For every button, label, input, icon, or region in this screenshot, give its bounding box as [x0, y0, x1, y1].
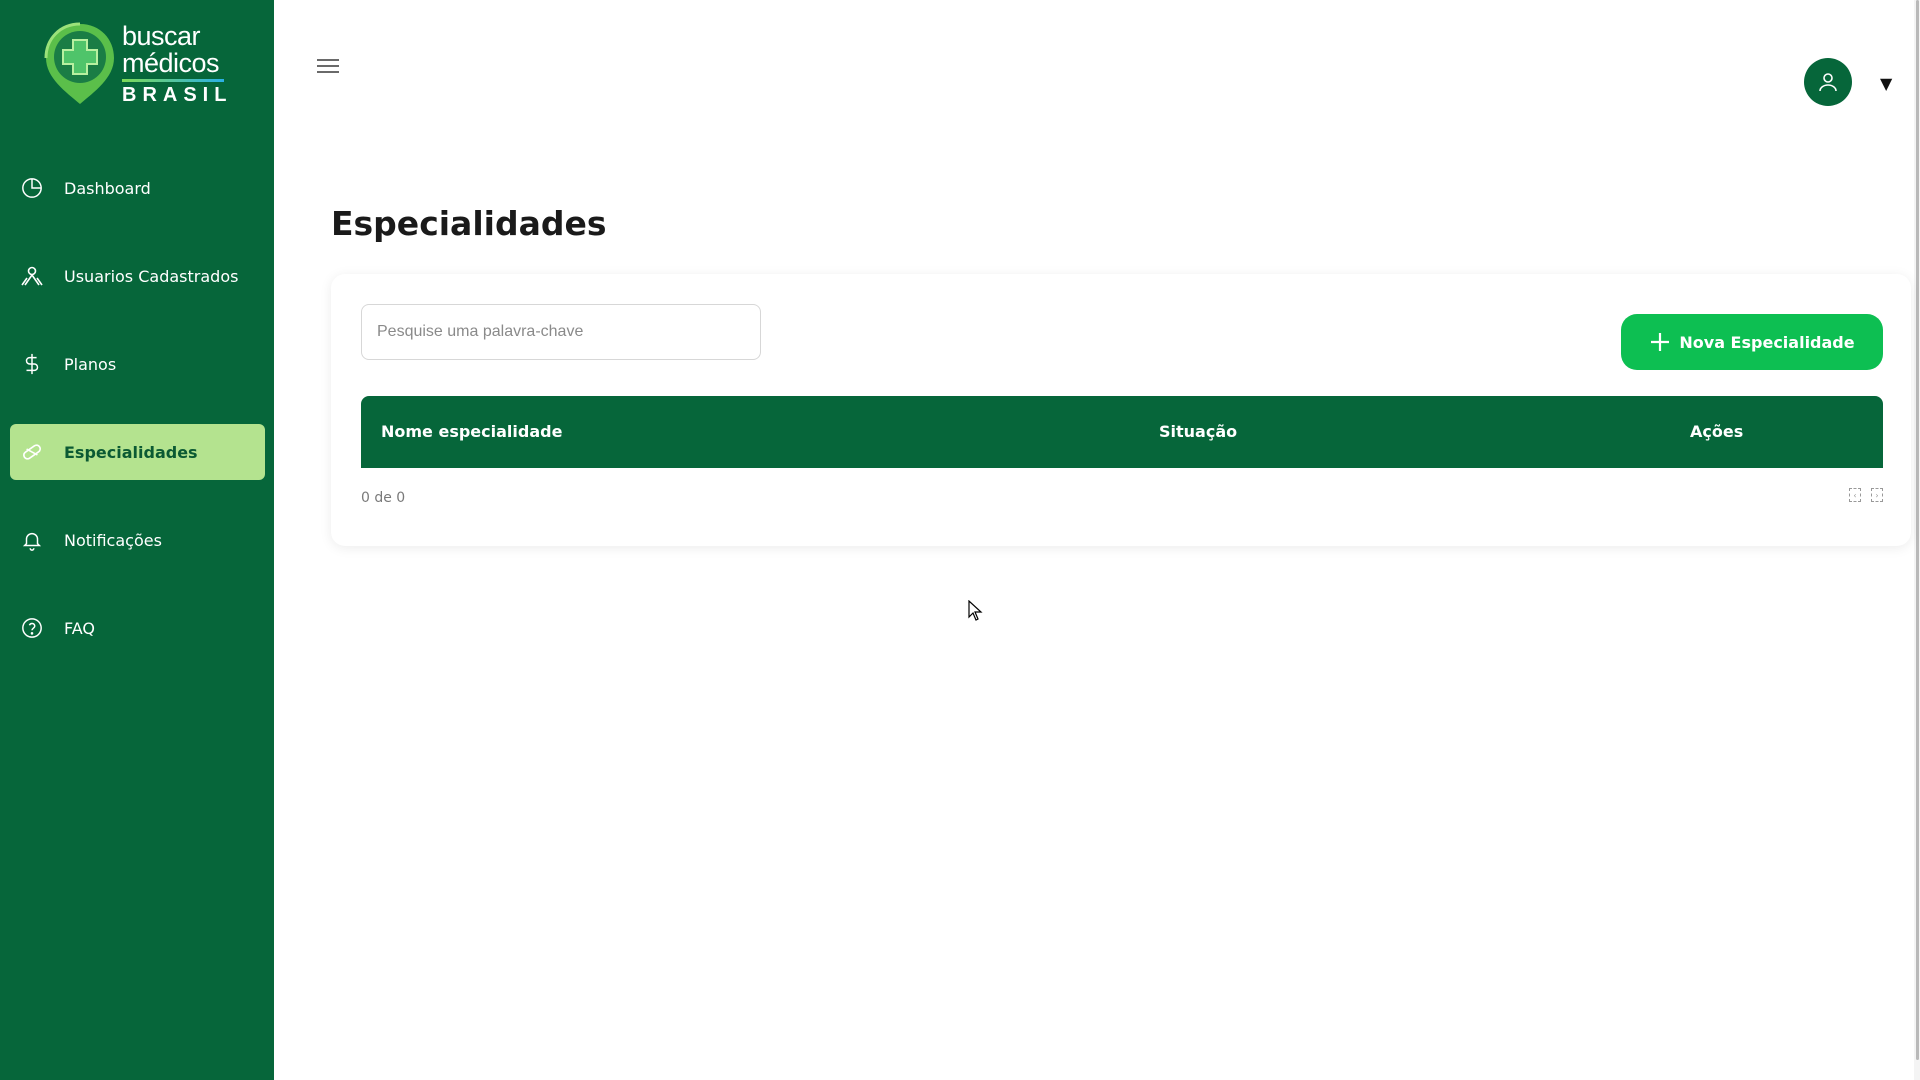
mouse-cursor-icon	[968, 600, 983, 621]
user-avatar[interactable]	[1804, 58, 1852, 106]
hamburger-icon[interactable]	[314, 52, 342, 80]
user-icon	[1819, 73, 1837, 92]
plus-icon	[1651, 333, 1670, 351]
new-specialty-button[interactable]: Nova Especialidade	[1621, 314, 1883, 370]
sidebar-item-label: FAQ	[64, 618, 95, 638]
dollar-icon	[20, 352, 44, 376]
brand-underline	[122, 79, 224, 82]
table-header: Nome especialidade Situação Ações	[361, 396, 1883, 468]
specialties-card: Nova Especialidade Nome especialidade Si…	[331, 274, 1911, 546]
next-page-button[interactable]: ›	[1871, 488, 1883, 502]
search-input[interactable]	[361, 304, 761, 360]
brand-name: buscar médicos BRASIL	[122, 23, 232, 105]
sidebar-item-label: Planos	[64, 354, 117, 374]
column-header-name[interactable]: Nome especialidade	[381, 422, 562, 441]
sidebar-item-especialidades[interactable]: Especialidades	[10, 424, 265, 480]
sidebar-nav: Dashboard Usuarios Cadastrados Planos Es…	[10, 160, 265, 688]
sidebar-item-label: Usuarios Cadastrados	[64, 266, 239, 286]
map-pin-cross-icon	[44, 22, 114, 104]
sidebar-item-dashboard[interactable]: Dashboard	[10, 160, 265, 216]
pie-chart-icon	[20, 176, 44, 200]
brand-line-2: médicos	[122, 48, 220, 78]
sidebar-item-label: Notificações	[64, 530, 162, 550]
chevron-right-icon: ›	[1875, 490, 1879, 500]
brand-logo[interactable]: buscar médicos BRASIL	[44, 22, 232, 106]
sidebar-item-notificacoes[interactable]: Notificações	[10, 512, 265, 568]
previous-page-button[interactable]: ‹	[1849, 488, 1861, 502]
column-header-actions: Ações	[1690, 422, 1744, 441]
pill-icon	[20, 440, 44, 464]
sidebar-item-label: Especialidades	[64, 442, 198, 462]
sidebar-item-usuarios[interactable]: Usuarios Cadastrados	[10, 248, 265, 304]
pagination-info: 0 de 0	[361, 490, 406, 506]
brand-line-1: buscar	[122, 21, 201, 51]
scrollbar-thumb[interactable]	[1916, 0, 1919, 1060]
sidebar: buscar médicos BRASIL Dashboard Usuarios…	[0, 0, 274, 1080]
help-circle-icon	[20, 616, 44, 640]
page-title: Especialidades	[331, 204, 607, 243]
scrollbar[interactable]	[1914, 0, 1920, 1080]
users-icon	[20, 264, 44, 288]
user-menu-caret[interactable]: ▼	[1880, 74, 1892, 93]
sidebar-item-faq[interactable]: FAQ	[10, 600, 265, 656]
column-header-status[interactable]: Situação	[1159, 422, 1237, 441]
sidebar-item-planos[interactable]: Planos	[10, 336, 265, 392]
brand-line-3: BRASIL	[122, 84, 233, 106]
sidebar-item-label: Dashboard	[64, 178, 151, 198]
new-specialty-label: Nova Especialidade	[1679, 332, 1855, 352]
chevron-left-icon: ‹	[1853, 490, 1857, 500]
bell-icon	[20, 528, 44, 552]
